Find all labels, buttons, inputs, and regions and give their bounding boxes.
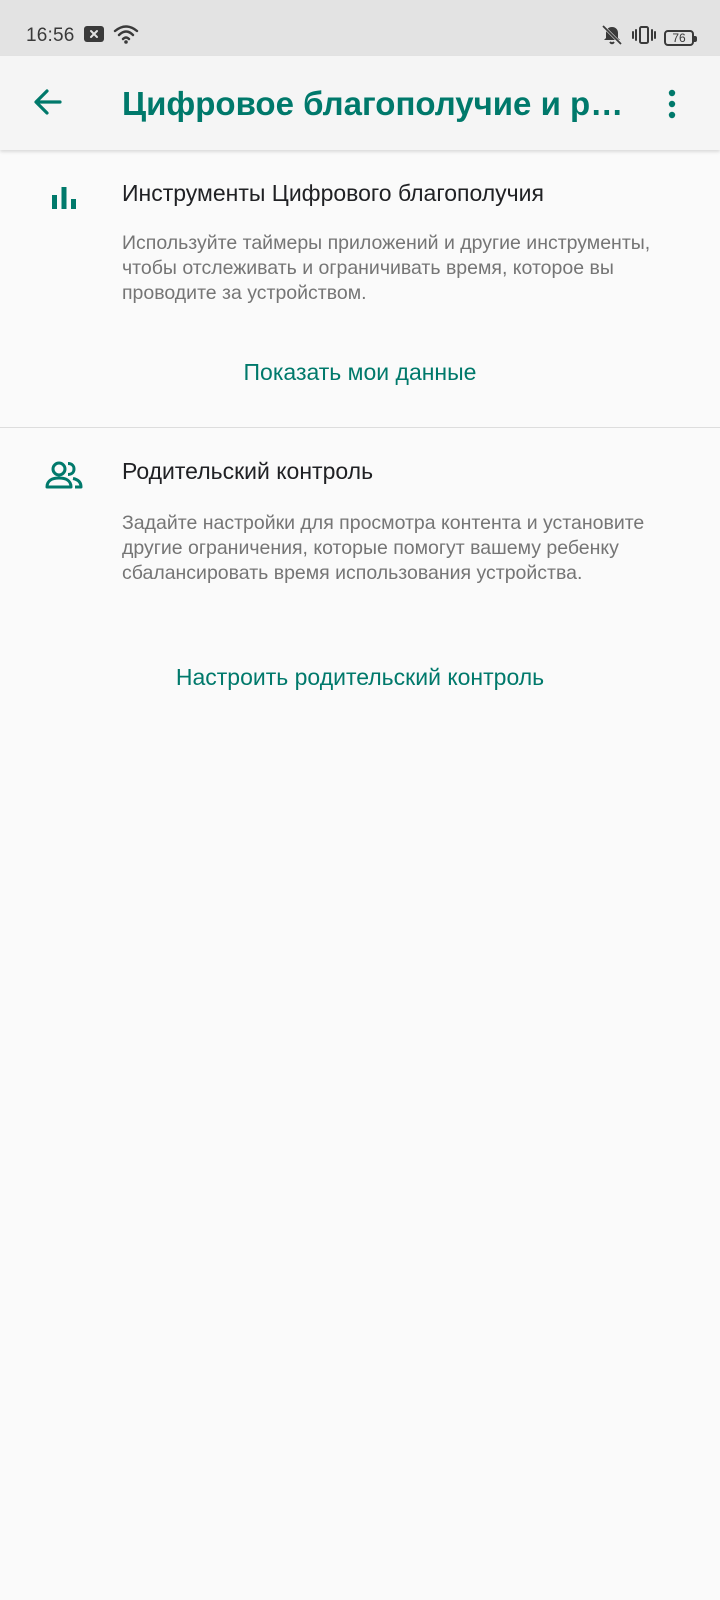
people-icon: [44, 455, 84, 495]
section-desc-parental: Задайте настройки для просмотра контента…: [122, 512, 645, 584]
page-title: Цифровое благополучие и родительский кон…: [122, 85, 636, 122]
setup-parental-controls-button[interactable]: Настроить родительский контроль: [0, 661, 720, 693]
wifi-icon: [113, 24, 139, 49]
vibrate-icon: [632, 25, 656, 50]
more-options-button[interactable]: [648, 82, 696, 130]
bar-chart-icon: [44, 178, 84, 218]
app-bar: Цифровое благополучие и родительский кон…: [0, 56, 720, 150]
section-desc-wellbeing: Используйте таймеры приложений и другие …: [122, 232, 651, 304]
section-parental-controls: Родительский контроль Задайте настройки …: [0, 428, 720, 728]
battery-icon: 76: [664, 29, 697, 46]
notification-x-icon: [83, 25, 105, 48]
more-vert-icon: [667, 89, 677, 124]
section-title-wellbeing: Инструменты Цифрового благополучия: [122, 180, 544, 206]
status-bar: 16:56 76: [0, 0, 720, 56]
status-time: 16:56: [26, 25, 75, 46]
status-left-icons: [83, 24, 139, 49]
arrow-back-icon: [32, 86, 64, 123]
section-wellbeing-tools: Инструменты Цифрового благополучия Испол…: [0, 150, 720, 428]
back-button[interactable]: [24, 80, 72, 128]
section-title-parental: Родительский контроль: [122, 458, 374, 484]
vibrate-mute-icon: [600, 24, 624, 51]
status-right-icons: 76: [600, 24, 697, 51]
show-my-data-button[interactable]: Показать мои данные: [0, 356, 720, 388]
